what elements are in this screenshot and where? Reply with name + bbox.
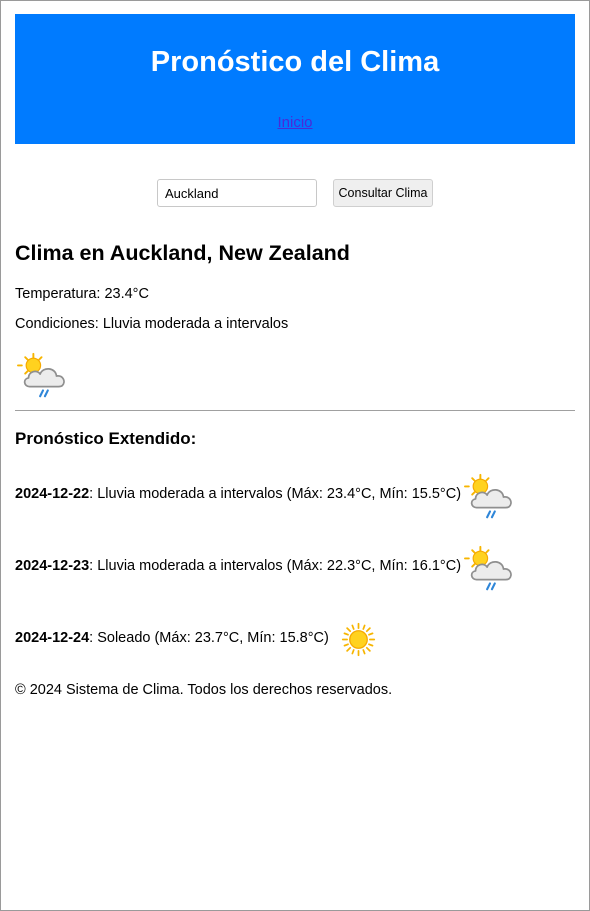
patchy-rain-icon — [464, 473, 516, 521]
forecast-date: 2024-12-24 — [15, 630, 90, 646]
search-weather-button[interactable]: Consultar Clima — [333, 179, 433, 207]
nav-link-home[interactable]: Inicio — [15, 114, 575, 131]
forecast-date: 2024-12-23 — [15, 558, 90, 574]
site-header: Pronóstico del Clima Inicio — [15, 14, 575, 144]
divider — [15, 410, 575, 411]
forecast-summary: : Lluvia moderada a intervalos (Máx: 23.… — [89, 486, 462, 502]
patchy-rain-icon — [464, 545, 516, 593]
page-title: Pronóstico del Clima — [150, 46, 440, 78]
current-temperature: Temperatura: 23.4°C — [15, 286, 149, 302]
forecast-day: 2024-12-23: Lluvia moderada a intervalos… — [15, 558, 461, 574]
sunny-icon — [341, 622, 376, 657]
current-conditions: Condiciones: Lluvia moderada a intervalo… — [15, 316, 289, 332]
forecast-day: 2024-12-22: Lluvia moderada a intervalos… — [15, 486, 461, 502]
city-search-input[interactable] — [157, 179, 317, 207]
forecast-date: 2024-12-22 — [15, 486, 90, 502]
patchy-rain-icon — [17, 352, 69, 400]
forecast-summary: : Lluvia moderada a intervalos (Máx: 22.… — [89, 558, 462, 574]
forecast-summary: : Soleado (Máx: 23.7°C, Mín: 15.8°C) — [89, 630, 329, 646]
forecast-day: 2024-12-24: Soleado (Máx: 23.7°C, Mín: 1… — [15, 630, 329, 646]
footer-copyright: © 2024 Sistema de Clima. Todos los derec… — [15, 682, 393, 698]
current-weather-heading: Clima en Auckland, New Zealand — [15, 241, 350, 265]
forecast-heading: Pronóstico Extendido: — [15, 429, 197, 448]
